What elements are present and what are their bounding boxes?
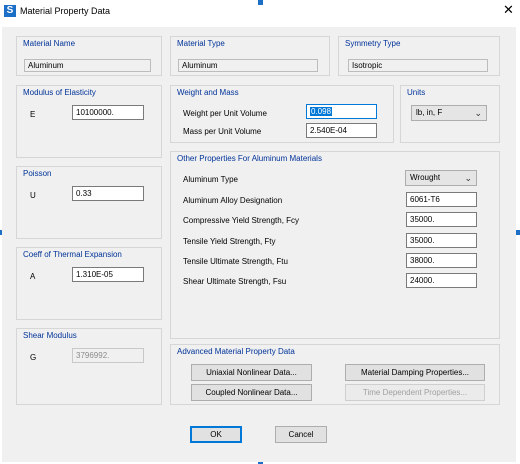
poisson-input[interactable]: 0.33 [72, 186, 144, 201]
shear-modulus-field: 3796992. [72, 348, 144, 363]
material-type-field: Aluminum [178, 59, 318, 72]
symmetry-type-field: Isotropic [348, 59, 488, 72]
shear-modulus-title: Shear Modulus [23, 331, 77, 340]
thermal-expansion-symbol: A [30, 272, 36, 281]
other-properties-group: Other Properties For Aluminum Materials … [170, 151, 500, 339]
symmetry-type-title: Symmetry Type [345, 39, 401, 48]
weight-mass-title: Weight and Mass [177, 88, 239, 97]
ok-button[interactable]: OK [190, 426, 242, 443]
tensile-yield-label: Tensile Yield Strength, Fty [183, 237, 276, 246]
poisson-title: Poisson [23, 169, 52, 178]
weight-input[interactable]: 0.098 [306, 104, 377, 119]
material-name-field: Aluminum [24, 59, 151, 72]
material-type-group: Material Type Aluminum [170, 36, 330, 76]
app-icon: S [4, 5, 16, 17]
resize-handle-top[interactable] [258, 0, 263, 5]
units-group: Units lb, in, F ⌄ [400, 85, 500, 143]
material-name-title: Material Name [23, 39, 76, 48]
units-dropdown[interactable]: lb, in, F ⌄ [411, 105, 487, 121]
elasticity-input[interactable]: 10100000. [72, 105, 144, 120]
elasticity-group: Modulus of Elasticity E 10100000. [16, 85, 162, 158]
units-selected: lb, in, F [416, 108, 443, 117]
aluminum-type-dropdown[interactable]: Wrought ⌄ [405, 170, 477, 186]
mass-label: Mass per Unit Volume [183, 127, 262, 136]
close-icon[interactable]: ✕ [503, 2, 514, 18]
shear-ultimate-label: Shear Ultimate Strength, Fsu [183, 277, 287, 286]
symmetry-type-group: Symmetry Type Isotropic [338, 36, 500, 76]
poisson-symbol: U [30, 191, 36, 200]
time-dependent-button: Time Dependent Properties... [345, 384, 485, 401]
tensile-yield-input[interactable]: 35000. [406, 233, 477, 248]
weight-input-text: 0.098 [310, 107, 333, 116]
chevron-down-icon: ⌄ [464, 173, 472, 183]
shear-ultimate-input[interactable]: 24000. [406, 273, 477, 288]
material-type-title: Material Type [177, 39, 225, 48]
poisson-group: Poisson U 0.33 [16, 166, 162, 239]
material-damping-button[interactable]: Material Damping Properties... [345, 364, 485, 381]
compressive-yield-label: Compressive Yield Strength, Fcy [183, 216, 300, 225]
material-name-group: Material Name Aluminum [16, 36, 162, 76]
advanced-data-group: Advanced Material Property Data Uniaxial… [170, 344, 500, 405]
advanced-data-title: Advanced Material Property Data [177, 347, 295, 356]
chevron-down-icon: ⌄ [474, 108, 482, 118]
thermal-expansion-group: Coeff of Thermal Expansion A 1.310E-05 [16, 247, 162, 320]
shear-modulus-symbol: G [30, 353, 37, 362]
uniaxial-nonlinear-button[interactable]: Uniaxial Nonlinear Data... [191, 364, 312, 381]
alloy-designation-label: Aluminum Alloy Designation [183, 196, 283, 205]
tensile-ultimate-label: Tensile Ultimate Strength, Ftu [183, 257, 288, 266]
aluminum-type-label: Aluminum Type [183, 175, 238, 184]
thermal-expansion-input[interactable]: 1.310E-05 [72, 267, 144, 282]
elasticity-symbol: E [30, 110, 36, 119]
alloy-designation-input[interactable]: 6061-T6 [406, 192, 477, 207]
mass-input[interactable]: 2.540E-04 [306, 123, 377, 138]
thermal-expansion-title: Coeff of Thermal Expansion [23, 250, 122, 259]
window-title: Material Property Data [20, 6, 111, 16]
other-properties-title: Other Properties For Aluminum Materials [177, 154, 322, 163]
weight-mass-group: Weight and Mass Weight per Unit Volume 0… [170, 85, 394, 143]
coupled-nonlinear-button[interactable]: Coupled Nonlinear Data... [191, 384, 312, 401]
compressive-yield-input[interactable]: 35000. [406, 212, 477, 227]
units-title: Units [407, 88, 426, 97]
aluminum-type-selected: Wrought [410, 173, 441, 182]
tensile-ultimate-input[interactable]: 38000. [406, 253, 477, 268]
elasticity-title: Modulus of Elasticity [23, 88, 96, 97]
weight-label: Weight per Unit Volume [183, 109, 267, 118]
cancel-button[interactable]: Cancel [275, 426, 327, 443]
shear-modulus-group: Shear Modulus G 3796992. [16, 328, 162, 405]
dialog-client-area: Material Name Aluminum Material Type Alu… [2, 27, 516, 462]
